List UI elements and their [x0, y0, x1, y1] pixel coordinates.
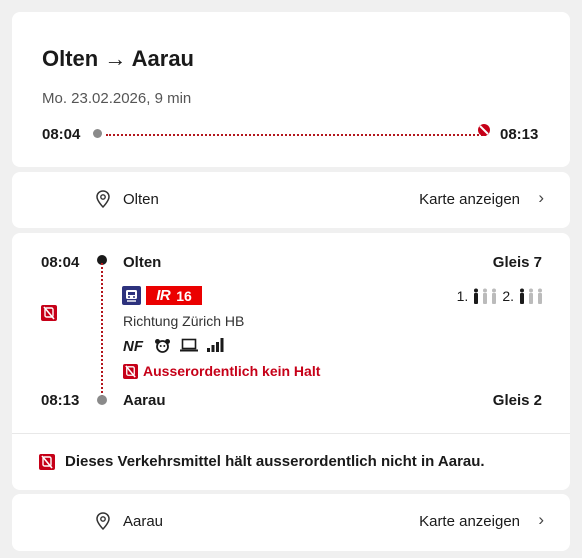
journey-date-duration: Mo. 23.02.2026, 9 min: [42, 90, 192, 107]
summary-start-dot: [93, 129, 102, 138]
journey-summary-card: Olten → Aarau Mo. 23.02.2026, 9 min 08:0…: [12, 12, 570, 167]
leg-timeline: [101, 263, 103, 397]
summary-timeline: [106, 134, 486, 136]
no-stop-icon: [123, 363, 138, 379]
map-pin-icon: [96, 190, 110, 213]
summary-departure-time: 08:04: [42, 126, 81, 143]
occupancy-info: 1. 2.: [457, 288, 544, 304]
product-category: IR: [156, 287, 171, 304]
occupancy-icon: [474, 288, 497, 304]
origin-location-name: Olten: [123, 191, 159, 208]
leg-arrival-station: Aarau: [123, 392, 166, 409]
laptop-icon: [180, 338, 198, 357]
summary-arrival-time: 08:13: [500, 126, 539, 143]
arrival-dot: [97, 395, 107, 405]
leg-departure-time: 08:04: [41, 254, 80, 271]
low-floor-attribute: NF: [123, 338, 143, 355]
origin-location-row[interactable]: Olten Karte anzeigen ›: [12, 172, 570, 228]
family-zone-icon: [154, 338, 171, 358]
no-stop-icon: [477, 123, 491, 142]
occupancy-class-label: 2.: [502, 288, 514, 304]
chevron-right-icon: ›: [538, 188, 544, 207]
train-direction: Richtung Zürich HB: [123, 313, 245, 329]
journey-title: Olten → Aarau: [42, 46, 194, 71]
leg-departure-station: Olten: [123, 254, 162, 271]
extraordinary-no-stop-alert: Ausserordentlich kein Halt: [123, 363, 320, 379]
destination-location-name: Aarau: [123, 513, 164, 530]
train-icon: [122, 286, 141, 310]
leg-arrival-time: 08:13: [41, 392, 80, 409]
no-stop-icon: [41, 305, 57, 326]
occupancy-icon: [520, 288, 542, 304]
departure-platform: Gleis 7: [492, 254, 542, 271]
line-number: 16: [176, 287, 192, 304]
alert-text: Ausserordentlich kein Halt: [143, 363, 321, 379]
signal-icon: [207, 338, 224, 357]
show-map-link-origin[interactable]: Karte anzeigen: [419, 191, 520, 208]
chevron-right-icon: ›: [538, 510, 544, 529]
show-map-link-destination[interactable]: Karte anzeigen: [419, 513, 520, 530]
arrival-platform: Gleis 2: [492, 392, 542, 409]
leg-details-card[interactable]: 08:04 Olten Gleis 7 IR 16 1. 2. Richtung…: [12, 233, 570, 433]
map-pin-icon: [96, 512, 110, 535]
disruption-notice: Dieses Verkehrsmittel hält ausserordentl…: [12, 433, 570, 490]
no-stop-icon: [39, 453, 55, 470]
notice-text: Dieses Verkehrsmittel hält ausserordentl…: [65, 453, 485, 470]
occupancy-class-label: 1.: [456, 288, 469, 304]
product-badge: IR 16: [146, 286, 202, 305]
destination-location-row[interactable]: Aarau Karte anzeigen ›: [12, 494, 570, 551]
